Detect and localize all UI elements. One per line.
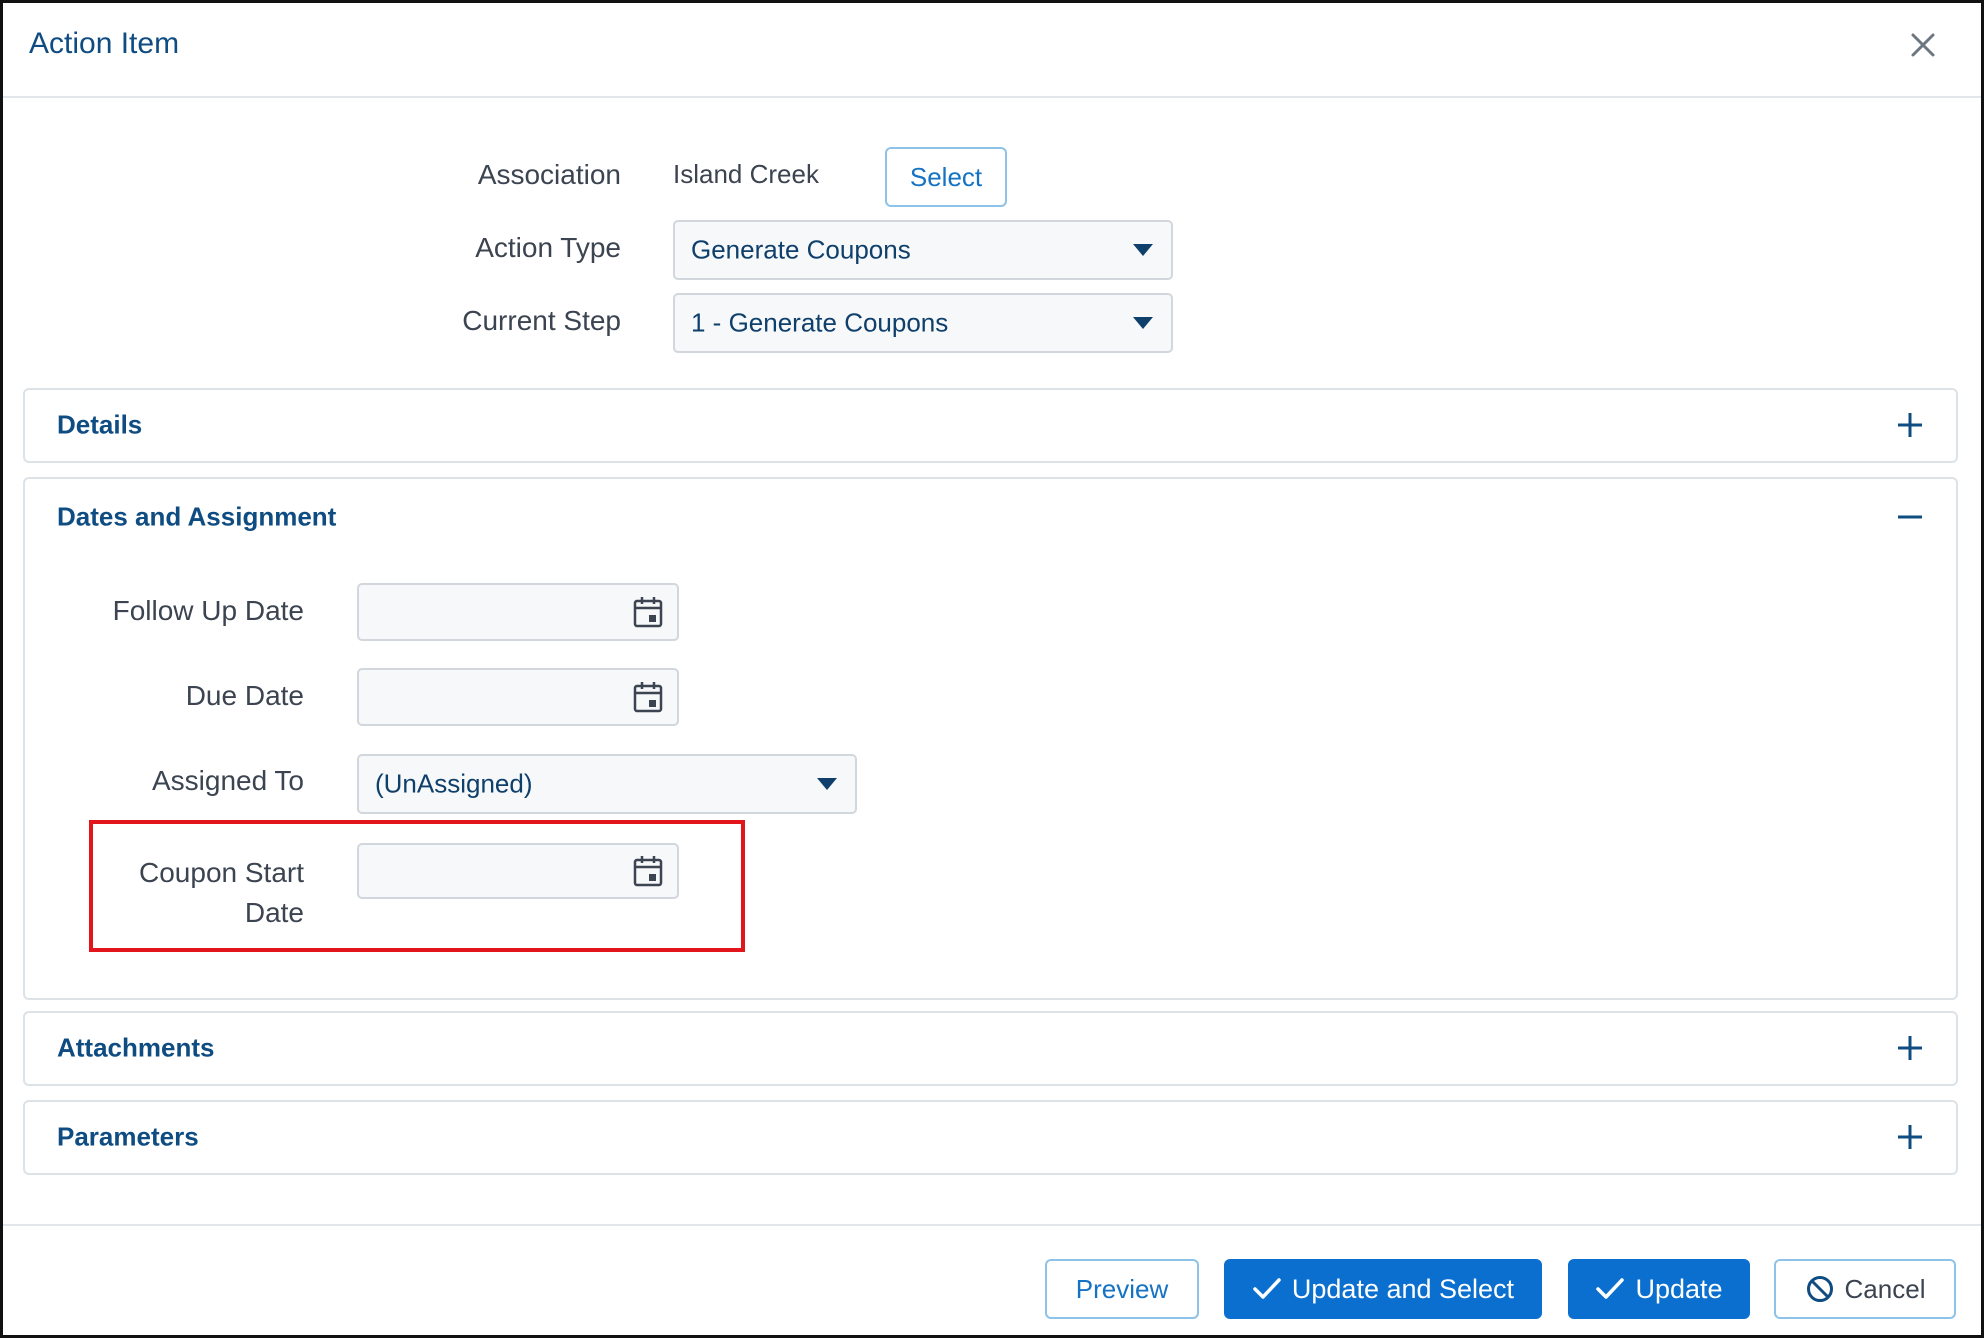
cancel-button[interactable]: Cancel	[1774, 1259, 1956, 1319]
check-icon	[1253, 1278, 1281, 1299]
preview-button[interactable]: Preview	[1045, 1259, 1199, 1319]
minus-icon[interactable]	[1896, 503, 1924, 531]
current-step-select[interactable]: 1 - Generate Coupons	[673, 293, 1173, 353]
dialog-header: Action Item	[3, 3, 1981, 98]
calendar-icon[interactable]	[633, 681, 663, 713]
plus-icon[interactable]	[1896, 1034, 1924, 1062]
preview-button-label: Preview	[1075, 1273, 1169, 1304]
attachments-panel-header[interactable]: Attachments	[25, 1013, 1956, 1083]
update-button[interactable]: Update	[1568, 1259, 1750, 1319]
coupon-start-date-label: Coupon Start Date	[63, 853, 304, 933]
footer-divider	[3, 1224, 1981, 1226]
update-and-select-button[interactable]: Update and Select	[1224, 1259, 1542, 1319]
parameters-panel-header[interactable]: Parameters	[25, 1102, 1956, 1172]
calendar-icon[interactable]	[633, 596, 663, 628]
check-icon	[1596, 1278, 1625, 1299]
select-association-button[interactable]: Select	[885, 147, 1007, 207]
caret-down-icon	[1133, 244, 1153, 256]
coupon-start-date-label-line2: Date	[244, 897, 304, 928]
cancel-label: Cancel	[1844, 1273, 1926, 1304]
details-panel-header[interactable]: Details	[25, 390, 1956, 460]
assigned-to-value: (UnAssigned)	[375, 768, 533, 799]
action-type-value: Generate Coupons	[691, 234, 911, 265]
current-step-value: 1 - Generate Coupons	[691, 307, 949, 338]
assigned-to-label: Assigned To	[151, 765, 304, 796]
due-date-label: Due Date	[185, 680, 304, 711]
parameters-panel: Parameters	[23, 1100, 1958, 1175]
details-panel-title: Details	[57, 409, 143, 440]
follow-up-date-input[interactable]	[357, 583, 679, 641]
caret-down-icon	[1133, 317, 1153, 329]
coupon-start-date-input[interactable]	[357, 843, 679, 899]
current-step-label: Current Step	[462, 305, 621, 336]
association-value: Island Creek	[673, 159, 819, 189]
follow-up-date-label: Follow Up Date	[112, 595, 304, 626]
attachments-panel: Attachments	[23, 1011, 1958, 1086]
parameters-panel-title: Parameters	[57, 1121, 199, 1152]
assigned-to-select[interactable]: (UnAssigned)	[357, 754, 857, 814]
action-type-select[interactable]: Generate Coupons	[673, 220, 1173, 280]
dates-assignment-panel-header[interactable]: Dates and Assignment	[25, 479, 1956, 554]
coupon-start-date-label-line1: Coupon Start	[139, 857, 304, 888]
due-date-input[interactable]	[357, 668, 679, 726]
association-label: Association	[477, 159, 621, 190]
update-label: Update	[1635, 1273, 1723, 1304]
dialog-title: Action Item	[29, 27, 180, 60]
plus-icon[interactable]	[1896, 1123, 1924, 1151]
calendar-icon[interactable]	[633, 855, 663, 887]
action-item-dialog: Action Item Association Island Creek Sel…	[0, 0, 1984, 1338]
close-icon[interactable]	[1903, 25, 1943, 65]
ban-icon	[1806, 1276, 1833, 1302]
dates-assignment-panel-title: Dates and Assignment	[57, 501, 337, 531]
update-and-select-label: Update and Select	[1291, 1273, 1515, 1304]
attachments-panel-title: Attachments	[57, 1032, 215, 1063]
plus-icon[interactable]	[1896, 411, 1924, 439]
caret-down-icon	[817, 778, 837, 790]
details-panel: Details	[23, 388, 1958, 463]
action-type-label: Action Type	[475, 232, 621, 263]
